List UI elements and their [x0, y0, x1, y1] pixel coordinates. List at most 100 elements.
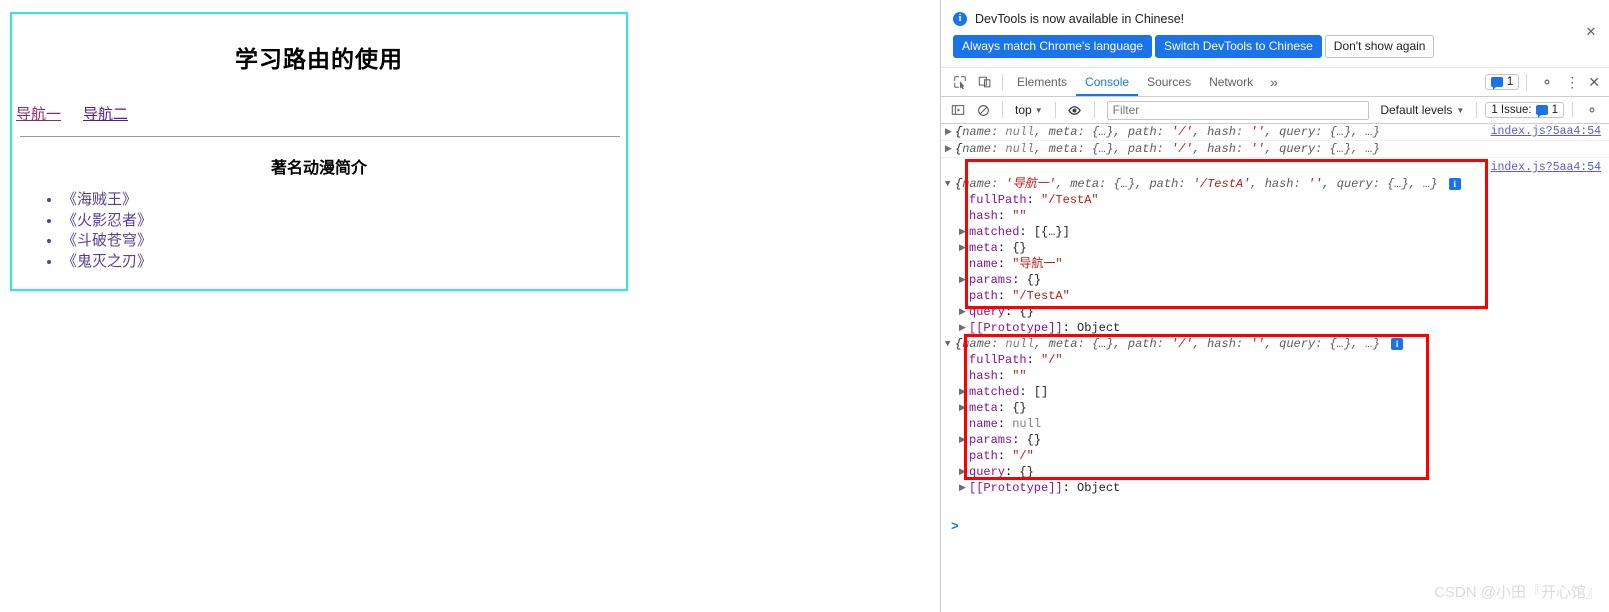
issues-count-badge[interactable]: 1 — [1484, 74, 1520, 90]
filter-input[interactable] — [1106, 100, 1370, 120]
expand-arrow-icon[interactable]: ▶ — [945, 124, 952, 140]
switch-devtools-to-chinese-button[interactable]: Switch DevTools to Chinese — [1155, 35, 1322, 58]
section-title: 著名动漫简介 — [270, 160, 367, 177]
clear-console-icon[interactable] — [972, 99, 994, 121]
list-item: 《火影忍者》 — [62, 211, 152, 232]
property-value: {} — [1019, 305, 1034, 319]
console-prompt[interactable]: > — [951, 519, 959, 534]
expand-arrow-icon[interactable]: ▶ — [959, 480, 966, 496]
property-name: matched — [969, 225, 1020, 239]
object-property: name: null — [969, 417, 1042, 431]
property-name: name — [969, 417, 998, 431]
issues-count-value: 1 — [1506, 76, 1514, 88]
close-notification-icon[interactable]: ✕ — [1583, 24, 1599, 40]
console-message[interactable]: ▼ {name: null, meta: {…}, path: '/', has… — [941, 336, 1609, 352]
nav-link-1[interactable]: 导航一 — [16, 106, 61, 123]
kebab-menu-icon[interactable]: ⋮ — [1561, 75, 1583, 89]
property-value: "/" — [1012, 449, 1034, 463]
collapse-arrow-icon[interactable]: ▼ — [945, 176, 950, 192]
more-tabs-icon[interactable]: » — [1262, 74, 1286, 90]
property-value: "/TestA" — [1041, 193, 1099, 207]
console-toolbar-divider — [1002, 102, 1003, 118]
object-property[interactable]: ▶ meta: {} — [941, 400, 1609, 416]
object-property[interactable]: ▶ query: {} — [941, 304, 1609, 320]
expand-arrow-icon[interactable]: ▶ — [959, 240, 966, 256]
console-settings-gear-icon[interactable] — [1581, 99, 1603, 121]
live-expression-icon[interactable] — [1064, 99, 1086, 121]
anime-list: 《海贼王》 《火影忍者》 《斗破苍穹》 《鬼灭之刃》 — [34, 190, 152, 272]
object-preview: {name: '导航一', meta: {…}, path: '/TestA',… — [955, 177, 1438, 191]
object-property[interactable]: ▶ params: {} — [941, 432, 1609, 448]
console-toolbar: top ▼ Default levels ▼ 1 Issue: 1 — [941, 97, 1609, 124]
nav-link-2[interactable]: 导航二 — [83, 106, 128, 123]
expand-arrow-icon[interactable]: ▶ — [959, 272, 966, 288]
console-sidebar-icon[interactable] — [947, 99, 969, 121]
dont-show-again-button[interactable]: Don't show again — [1324, 35, 1435, 58]
expand-arrow-icon[interactable]: ▶ — [959, 304, 966, 320]
tab-network[interactable]: Network — [1200, 68, 1262, 96]
expand-arrow-icon[interactable]: ▶ — [959, 384, 966, 400]
always-match-language-button[interactable]: Always match Chrome's language — [953, 35, 1153, 58]
info-badge-icon[interactable]: i — [1448, 177, 1461, 190]
object-property[interactable]: ▶ params: {} — [941, 272, 1609, 288]
close-devtools-icon[interactable]: ✕ — [1585, 74, 1603, 91]
list-item: 《鬼灭之刃》 — [62, 252, 152, 273]
expand-arrow-icon[interactable]: ▶ — [959, 320, 966, 336]
toolbar-divider-2 — [1526, 74, 1528, 90]
device-toolbar-icon[interactable] — [972, 70, 997, 95]
browser-page-viewport: 学习路由的使用 导航一 导航二 著名动漫简介 《海贼王》 《火影忍者》 《斗破苍穹… — [0, 0, 940, 612]
object-preview: {name: null, meta: {…}, path: '/', hash:… — [955, 125, 1380, 139]
console-output: ▶ {name: null, meta: {…}, path: '/', has… — [941, 124, 1609, 612]
collapse-arrow-icon[interactable]: ▼ — [945, 336, 950, 352]
tab-console[interactable]: Console — [1076, 68, 1139, 96]
property-value: Object — [1077, 321, 1121, 335]
chevron-down-icon: ▼ — [1034, 105, 1043, 115]
property-value: "/TestA" — [1012, 289, 1070, 303]
console-message[interactable]: ▶ {name: null, meta: {…}, path: '/', has… — [941, 141, 1609, 158]
info-icon: i — [953, 11, 967, 26]
console-message-source-row: index.js?5aa4:54 — [941, 158, 1609, 176]
console-message[interactable]: ▶ {name: null, meta: {…}, path: '/', has… — [941, 124, 1609, 141]
property-value: {} — [1026, 273, 1042, 287]
inspect-element-icon[interactable] — [947, 70, 972, 95]
console-message[interactable]: ▼ {name: '导航一', meta: {…}, path: '/TestA… — [941, 176, 1609, 192]
source-link[interactable]: index.js?5aa4:54 — [1491, 124, 1601, 140]
tab-elements[interactable]: Elements — [1008, 68, 1076, 96]
property-value: [] — [1033, 385, 1049, 399]
source-link[interactable]: index.js?5aa4:54 — [1491, 160, 1601, 176]
object-property[interactable]: ▶ [[Prototype]]: Object — [941, 320, 1609, 336]
tab-sources[interactable]: Sources — [1138, 68, 1200, 96]
expand-arrow-icon[interactable]: ▶ — [945, 141, 952, 157]
nav-links: 导航一 导航二 — [12, 103, 626, 124]
devtools-tabstrip: Elements Console Sources Network » 1 ⋮ ✕ — [941, 68, 1609, 97]
log-levels-selector[interactable]: Default levels ▼ — [1376, 103, 1468, 117]
page-title: 学习路由的使用 — [235, 46, 403, 72]
object-property[interactable]: ▶ meta: {} — [941, 240, 1609, 256]
object-property[interactable]: ▶ query: {} — [941, 464, 1609, 480]
property-value: "导航一" — [1012, 257, 1063, 271]
object-property: hash: "" — [969, 209, 1027, 223]
property-name: [[Prototype]] — [969, 481, 1063, 495]
expand-arrow-icon[interactable]: ▶ — [959, 400, 966, 416]
execution-context-selector[interactable]: top ▼ — [1011, 103, 1047, 117]
console-toolbar-divider-4 — [1476, 102, 1478, 118]
info-badge-icon[interactable]: i — [1391, 337, 1404, 350]
property-name: query — [969, 465, 1006, 479]
expand-arrow-icon[interactable]: ▶ — [959, 224, 966, 240]
console-toolbar-divider-2 — [1054, 102, 1056, 118]
nav-divider — [20, 136, 620, 137]
property-name: hash — [969, 209, 998, 223]
property-name: params — [969, 273, 1013, 287]
object-property[interactable]: ▶ matched: [] — [941, 384, 1609, 400]
expand-arrow-icon[interactable]: ▶ — [959, 432, 966, 448]
screenshot-root: 学习路由的使用 导航一 导航二 著名动漫简介 《海贼王》 《火影忍者》 《斗破苍穹… — [0, 0, 1609, 612]
property-value: {} — [1012, 401, 1027, 415]
object-property[interactable]: ▶ [[Prototype]]: Object — [941, 480, 1609, 496]
gear-icon[interactable] — [1534, 70, 1559, 95]
property-name: params — [969, 433, 1013, 447]
property-name: hash — [969, 369, 998, 383]
issues-chip[interactable]: 1 Issue: 1 — [1485, 102, 1564, 118]
message-bubble-icon — [1490, 77, 1503, 90]
expand-arrow-icon[interactable]: ▶ — [959, 464, 966, 480]
object-property[interactable]: ▶ matched: [{…}] — [941, 224, 1609, 240]
